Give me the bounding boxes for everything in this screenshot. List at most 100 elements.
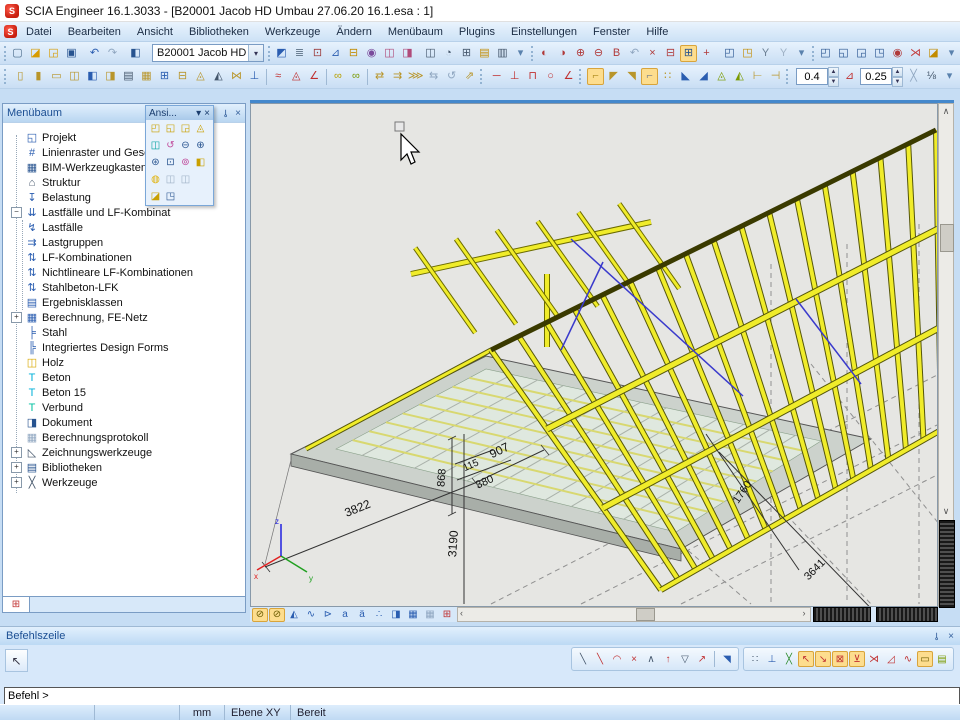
engineering-report-button[interactable]: ▤ [476, 45, 493, 62]
member-1d-button[interactable]: ▯ [12, 68, 29, 85]
select-add-button[interactable]: ⊕ [572, 45, 589, 62]
vertical-scroll-thumb[interactable] [940, 224, 954, 252]
activity-tool-button[interactable]: ⊿ [327, 45, 344, 62]
dot-grid-button[interactable]: ∷ [747, 651, 763, 667]
toggle-system-lines-button[interactable]: ⌐ [641, 68, 658, 85]
opening-button[interactable]: ▤ [120, 68, 137, 85]
multicopy-button[interactable]: ⋙ [407, 68, 424, 85]
check-data-button[interactable]: ∠ [306, 68, 323, 85]
export-view-button[interactable]: ◪ [925, 45, 942, 62]
coordinate-system-button[interactable]: ◭ [286, 608, 302, 622]
column-button[interactable]: ▮ [30, 68, 47, 85]
toolbar-grip[interactable] [812, 46, 814, 61]
snap-midpoint-button[interactable]: ↘ [815, 651, 831, 667]
layers-manager-button[interactable]: ≣ [291, 45, 308, 62]
snap-table-button[interactable]: ▤ [934, 651, 950, 667]
chevron-down-icon[interactable]: ▾ [196, 108, 201, 119]
fe-mesh-button[interactable]: ◉ [363, 45, 380, 62]
subregion-button[interactable]: ▦ [138, 68, 155, 85]
new-view-window-button[interactable]: ◳ [163, 189, 178, 204]
tree-item-lastfälle-und-lf-kombinat[interactable]: −⇊Lastfälle und LF-Kombinat [3, 205, 245, 220]
tree-item-berechnung-fe-netz[interactable]: +▦Berechnung, FE-Netz [3, 310, 245, 325]
rib-button[interactable]: ⊞ [156, 68, 173, 85]
window-tile-horizontal-button[interactable]: ◲ [853, 45, 870, 62]
display-scale-button[interactable]: ╳ [905, 68, 922, 85]
document-link-button[interactable]: ◨ [388, 608, 404, 622]
snap-curve-button[interactable]: ∿ [900, 651, 916, 667]
snap-tangent-button[interactable]: ⋊ [866, 651, 882, 667]
window-cascade-button[interactable]: ◰ [817, 45, 834, 62]
select-by-cursor-button[interactable]: ◐ [536, 45, 553, 62]
tree-item-lastfälle[interactable]: ↯Lastfälle [23, 220, 245, 235]
light-toggle-button[interactable]: ◍ [148, 172, 163, 187]
spinner-up-icon[interactable]: ▲ [892, 67, 903, 77]
draw-rectangle-button[interactable]: ⊓ [524, 68, 541, 85]
clipping-front-button[interactable]: ⊘ [252, 608, 268, 622]
tree-item-ergebnisklassen[interactable]: ▤Ergebnisklassen [23, 295, 245, 310]
snap-orthogonal-button[interactable]: ⊻ [849, 651, 865, 667]
visibility-eye-button[interactable]: ◉ [889, 45, 906, 62]
clip-box-button[interactable]: ◪ [148, 189, 163, 204]
select-minus-button[interactable]: ⊟ [662, 45, 679, 62]
filter-a-button[interactable]: Y [757, 45, 774, 62]
mesh-nodes-button[interactable]: ∴ [371, 608, 387, 622]
plate-button[interactable]: ◧ [84, 68, 101, 85]
model-check-button[interactable]: ⊡ [309, 45, 326, 62]
toolbar-overflow-1-button[interactable]: ▾ [512, 45, 529, 62]
snap-angle-button[interactable]: ∧ [643, 651, 659, 667]
beam-button[interactable]: ▭ [48, 68, 65, 85]
scroll-down-icon[interactable]: ∨ [939, 504, 953, 518]
menu-datei[interactable]: Datei [18, 24, 60, 40]
clipping-box-button[interactable]: ◫ [148, 138, 163, 153]
select-subtract-button[interactable]: ⊖ [590, 45, 607, 62]
preview-window-button[interactable]: ◨ [399, 45, 416, 62]
spinner-down-icon[interactable]: ▼ [892, 77, 903, 87]
toolbar-grip[interactable] [786, 69, 791, 84]
view-parameters-save-button[interactable]: ◫ [163, 172, 178, 187]
zoom-out-button[interactable]: ⊖ [178, 138, 193, 153]
close-icon[interactable]: × [235, 108, 241, 119]
menubaum-tab[interactable]: ⊞ [3, 597, 30, 612]
cursor-snap-settings-button[interactable]: ◥ [719, 651, 735, 667]
toolbar-overflow-3-button[interactable]: ▾ [943, 45, 960, 62]
pin-icon[interactable]: ⊸ [930, 632, 941, 640]
tree-item-beton-15[interactable]: TBeton 15 [3, 385, 245, 400]
view-side-button[interactable]: ◲ [178, 121, 193, 136]
toggle-shrinking-button[interactable]: ◥ [623, 68, 640, 85]
tree-item-berechnungsprotokoll[interactable]: ▦Berechnungsprotokoll [3, 430, 245, 445]
tree-item-stahl[interactable]: ╞Stahl [3, 325, 245, 340]
tree-item-bibliotheken[interactable]: +▤Bibliotheken [3, 460, 245, 475]
table-results-button[interactable]: ▦ [405, 608, 421, 622]
model-viewport[interactable]: 3822 907 868 115 380 3190 1760 3641 x y … [250, 103, 938, 607]
table-edit-button[interactable]: ▦ [422, 608, 438, 622]
toolbar-grip[interactable] [531, 46, 533, 61]
window-tile-button[interactable]: ◱ [835, 45, 852, 62]
scale-ratio-button[interactable]: ⅛ [923, 68, 940, 85]
load-scale-spinner[interactable]: ▲▼ [796, 67, 839, 87]
mirror-button[interactable]: ⇆ [425, 68, 442, 85]
horizontal-scroll-thumb[interactable] [636, 608, 655, 621]
zoom-window-button[interactable]: ⊡ [163, 155, 178, 170]
snap-plane-button[interactable]: ▽ [677, 651, 693, 667]
tree-item-stahlbeton-lfk[interactable]: ⇅Stahlbeton-LFK [23, 280, 245, 295]
select-restore-button[interactable]: ↶ [626, 45, 643, 62]
snap-free-button[interactable]: ╲ [575, 651, 591, 667]
select-single-button[interactable]: B [608, 45, 625, 62]
check-nodes-button[interactable]: ≈ [270, 68, 287, 85]
close-icon[interactable]: × [948, 631, 954, 642]
tree-item-integriertes-design-forms[interactable]: ╠Integriertes Design Forms [3, 340, 245, 355]
expand-icon[interactable]: + [11, 477, 22, 488]
menu-plugins[interactable]: Plugins [451, 24, 503, 40]
deselect-all-button[interactable]: × [644, 45, 661, 62]
toggle-member-labels-button[interactable]: ◭ [731, 68, 748, 85]
undo-button[interactable]: ↶ [86, 45, 103, 62]
close-icon[interactable]: × [204, 108, 210, 119]
menu-werkzeuge[interactable]: Werkzeuge [257, 24, 328, 40]
tree-item-nichtlineare-lf-kombinationen[interactable]: ⇅Nichtlineare LF-Kombinationen [23, 265, 245, 280]
section-grid-button[interactable]: ⊞ [439, 608, 455, 622]
results-window-button[interactable]: ◫ [381, 45, 398, 62]
snap-direction-button[interactable]: ↑ [660, 651, 676, 667]
move-button[interactable]: ⇄ [371, 68, 388, 85]
expand-icon[interactable]: + [11, 312, 22, 323]
toggle-rendering-button[interactable]: ◤ [605, 68, 622, 85]
